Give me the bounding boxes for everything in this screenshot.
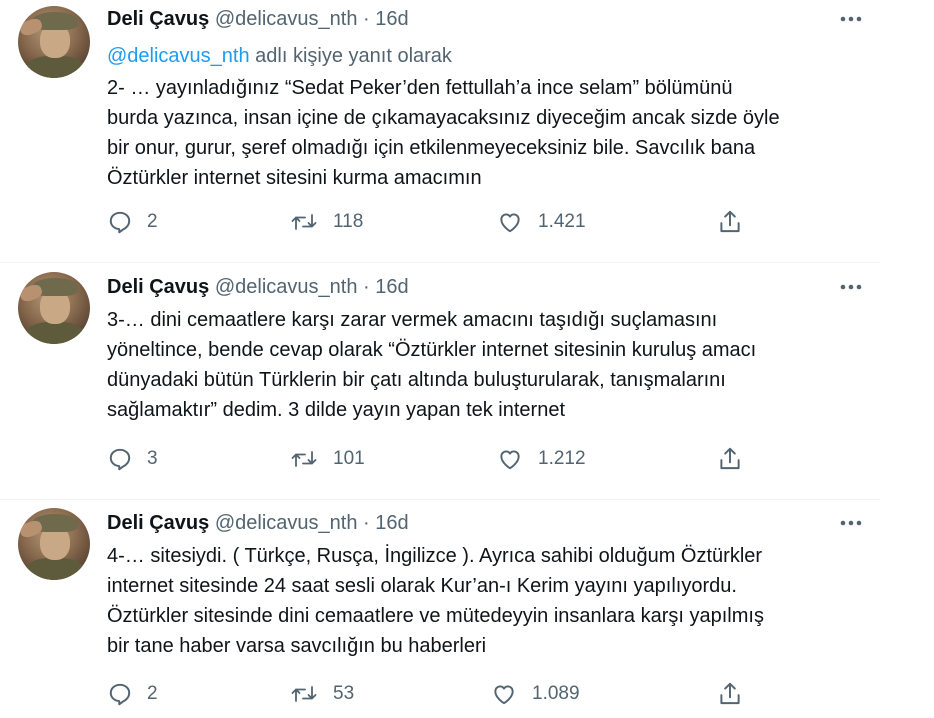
reply-count: 3 — [147, 448, 158, 469]
author-name[interactable]: Deli Çavuş — [107, 512, 209, 534]
tweet-text-line: bir onur, gurur, şeref olmadığı için etk… — [107, 137, 756, 159]
more-icon — [840, 520, 862, 526]
retweet-icon — [289, 446, 319, 472]
reply-icon — [107, 209, 133, 235]
reply-context-text: adlı kişiye yanıt olarak — [249, 45, 452, 67]
separator-dot: · — [363, 8, 370, 30]
tweet-text-line: yöneltince, bende cevap olarak “Öztürkle… — [107, 339, 757, 361]
more-icon — [840, 16, 862, 22]
more-options-button[interactable] — [838, 510, 864, 536]
reply-button[interactable]: 3 — [107, 444, 158, 474]
share-button[interactable] — [717, 207, 743, 237]
more-options-button[interactable] — [838, 274, 864, 300]
author-handle[interactable]: @delicavus_nth — [215, 276, 358, 298]
tweet-time[interactable]: 16d — [375, 8, 408, 30]
tweet-time[interactable]: 16d — [375, 276, 408, 298]
avatar[interactable] — [18, 272, 90, 344]
tweet-feed: Deli Çavuş @delicavus_nth · 16d @delicav… — [0, 0, 934, 718]
tweet-text: 4-… sitesiydi. ( Türkçe, Rusça, İngilizc… — [107, 541, 867, 661]
like-icon — [496, 446, 524, 472]
tweet[interactable]: Deli Çavuş @delicavus_nth · 16d 4-… site… — [0, 500, 934, 718]
author-name[interactable]: Deli Çavuş — [107, 276, 209, 298]
more-icon — [840, 284, 862, 290]
like-button[interactable]: 1.421 — [496, 207, 586, 237]
tweet-text-line: 3-… dini cemaatlere karşı zarar vermek a… — [107, 309, 718, 331]
tweet[interactable]: Deli Çavuş @delicavus_nth · 16d @delicav… — [0, 0, 934, 262]
retweet-count: 53 — [333, 683, 355, 704]
author-handle[interactable]: @delicavus_nth — [215, 8, 358, 30]
more-options-button[interactable] — [838, 6, 864, 32]
tweet-text-line: dünyadaki bütün Türklerin bir çatı altın… — [107, 369, 726, 391]
retweet-button[interactable]: 118 — [289, 207, 363, 237]
reply-count: 2 — [147, 211, 158, 232]
tweet-header: Deli Çavuş @delicavus_nth · 16d — [107, 274, 409, 300]
retweet-button[interactable]: 53 — [289, 679, 354, 709]
separator-dot: · — [363, 276, 370, 298]
retweet-button[interactable]: 101 — [289, 444, 365, 474]
avatar[interactable] — [18, 6, 90, 78]
retweet-icon — [289, 681, 319, 707]
tweet[interactable]: Deli Çavuş @delicavus_nth · 16d 3-… dini… — [0, 263, 934, 499]
reply-button[interactable]: 2 — [107, 679, 158, 709]
tweet-actions: 2 53 1.089 — [107, 679, 757, 709]
like-icon — [490, 681, 518, 707]
reply-icon — [107, 681, 133, 707]
author-handle[interactable]: @delicavus_nth — [215, 512, 358, 534]
tweet-text: 3-… dini cemaatlere karşı zarar vermek a… — [107, 305, 867, 425]
tweet-text-line: Öztürkler internet sitesini kurma amacım… — [107, 167, 482, 189]
tweet-text-line: 2- … yayınladığınız “Sedat Peker’den fet… — [107, 77, 733, 99]
tweet-time[interactable]: 16d — [375, 512, 408, 534]
reply-button[interactable]: 2 — [107, 207, 158, 237]
avatar-body — [26, 322, 84, 344]
author-name[interactable]: Deli Çavuş — [107, 8, 209, 30]
tweet-header: Deli Çavuş @delicavus_nth · 16d — [107, 510, 409, 536]
like-button[interactable]: 1.089 — [490, 679, 580, 709]
reply-icon — [107, 446, 133, 472]
separator-dot: · — [363, 512, 370, 534]
tweet-actions: 2 118 1.421 — [107, 207, 757, 237]
avatar-body — [26, 56, 84, 78]
reply-mention-link[interactable]: @delicavus_nth — [107, 45, 250, 67]
tweet-text: 2- … yayınladığınız “Sedat Peker’den fet… — [107, 73, 867, 193]
retweet-count: 101 — [333, 448, 365, 469]
tweet-text-line: sağlamaktır” dedim. 3 dilde yayın yapan … — [107, 399, 566, 421]
tweet-actions: 3 101 1.212 — [107, 444, 757, 474]
share-button[interactable] — [717, 444, 743, 474]
reply-context: @delicavus_nth adlı kişiye yanıt olarak — [107, 43, 452, 69]
like-count: 1.089 — [532, 683, 580, 704]
share-icon — [717, 680, 743, 708]
tweet-text-line: 4-… sitesiydi. ( Türkçe, Rusça, İngilizc… — [107, 545, 763, 567]
tweet-header: Deli Çavuş @delicavus_nth · 16d — [107, 6, 409, 32]
like-count: 1.421 — [538, 211, 586, 232]
like-button[interactable]: 1.212 — [496, 444, 586, 474]
avatar-body — [26, 558, 84, 580]
avatar[interactable] — [18, 508, 90, 580]
reply-count: 2 — [147, 683, 158, 704]
tweet-text-line: burda yazınca, insan içine de çıkamayaca… — [107, 107, 780, 129]
like-icon — [496, 209, 524, 235]
tweet-text-line: internet sitesinde 24 saat sesli olarak … — [107, 575, 737, 597]
retweet-icon — [289, 209, 319, 235]
like-count: 1.212 — [538, 448, 586, 469]
tweet-text-line: bir tane haber varsa savcılığın bu haber… — [107, 635, 487, 657]
share-icon — [717, 208, 743, 236]
share-icon — [717, 445, 743, 473]
retweet-count: 118 — [333, 211, 364, 232]
share-button[interactable] — [717, 679, 743, 709]
tweet-text-line: Öztürkler sitesinde dini cemaatlere ve m… — [107, 605, 764, 627]
